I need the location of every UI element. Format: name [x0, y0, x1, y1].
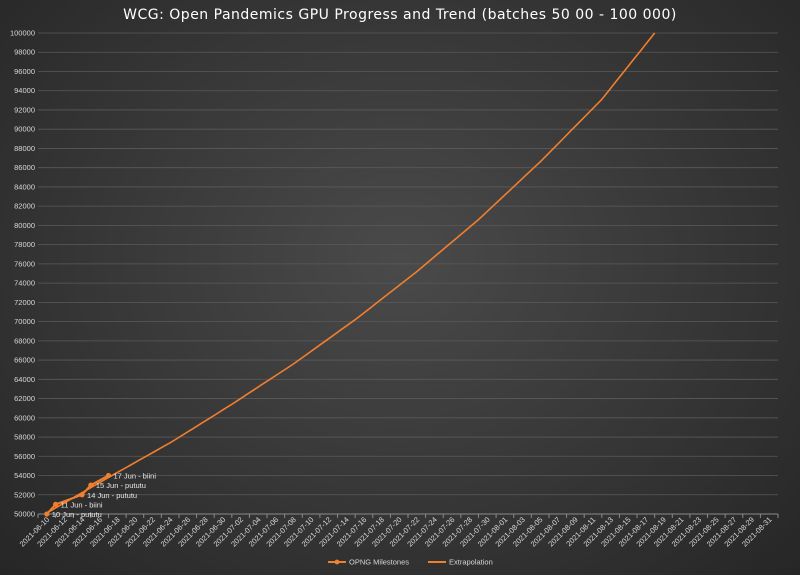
- y-tick-label: 98000: [14, 48, 35, 57]
- milestone-label: 15 Jun - pututu: [96, 481, 146, 490]
- chart-plot: 50000 52000 54000 56000 58000 60000 62000 64000…: [10, 29, 779, 567]
- legend-label: Extrapolation: [449, 558, 493, 567]
- y-tick-label: 74000: [14, 279, 35, 288]
- y-tick-label: 96000: [14, 67, 35, 76]
- y-tick-label: 72000: [14, 298, 35, 307]
- y-tick-label: 80000: [14, 221, 35, 230]
- y-tick-label: 70000: [14, 317, 35, 326]
- y-tick-label: 60000: [14, 413, 35, 422]
- y-tick-label: 100000: [10, 29, 35, 38]
- milestone-label: 11 Jun - biini: [61, 500, 103, 509]
- y-tick-label: 90000: [14, 125, 35, 134]
- y-tick-label: 54000: [14, 471, 35, 480]
- y-tick-label: 88000: [14, 144, 35, 153]
- y-tick-label: 50000: [14, 510, 35, 519]
- legend-label: OPNG Milestones: [349, 558, 409, 567]
- y-tick-label: 84000: [14, 182, 35, 191]
- y-tick-label: 62000: [14, 394, 35, 403]
- y-tick-label: 86000: [14, 163, 35, 172]
- milestone-label: 10 Jun - pututu: [52, 510, 102, 519]
- y-tick-label: 52000: [14, 490, 35, 499]
- y-tick-label: 64000: [14, 375, 35, 384]
- chart-container: WCG: Open Pandemics GPU Progress and Tre…: [0, 0, 800, 575]
- y-tick-label: 92000: [14, 105, 35, 114]
- y-tick-label: 76000: [14, 259, 35, 268]
- milestone-label: 17 Jun - biini: [113, 472, 156, 481]
- y-tick-label: 58000: [14, 433, 35, 442]
- y-tick-label: 68000: [14, 336, 35, 345]
- legend-marker: [334, 559, 340, 565]
- extrapolation-line: [46, 32, 656, 514]
- y-tick-label: 94000: [14, 86, 35, 95]
- y-tick-label: 56000: [14, 452, 35, 461]
- y-tick-label: 78000: [14, 240, 35, 249]
- milestone-label: 14 Jun - pututu: [87, 491, 137, 500]
- y-tick-label: 82000: [14, 202, 35, 211]
- y-tick-label: 66000: [14, 356, 35, 365]
